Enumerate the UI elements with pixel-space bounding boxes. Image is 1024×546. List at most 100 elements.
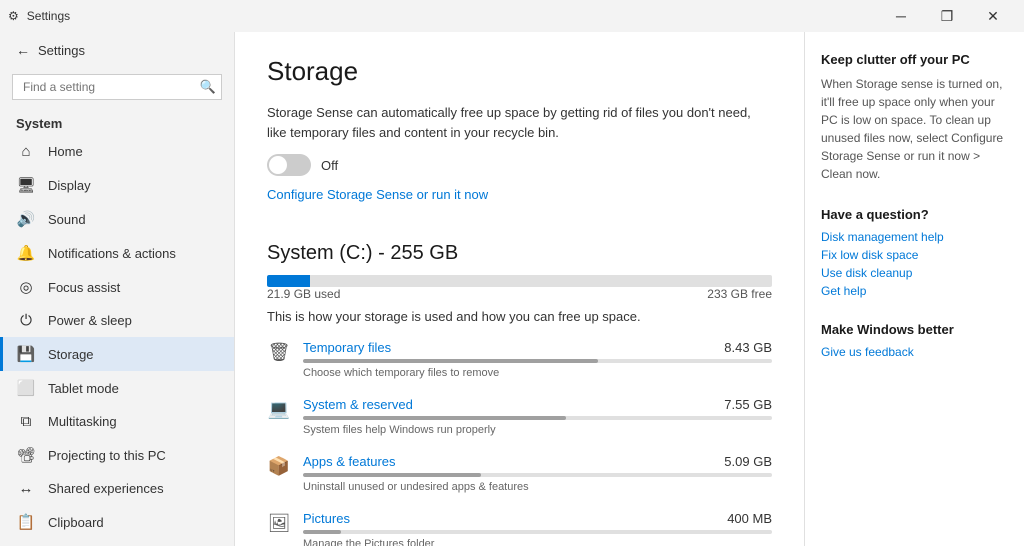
storage-item-bar-1 [303, 416, 566, 420]
sidebar-item-label-focus: Focus assist [48, 280, 120, 295]
sidebar-item-label-home: Home [48, 144, 83, 159]
storage-item-name-0[interactable]: Temporary files [303, 340, 391, 355]
storage-item-icon-0: 🗑 [267, 342, 291, 363]
storage-item-bar-3 [303, 530, 341, 534]
tip-section: Keep clutter off your PC When Storage se… [821, 52, 1008, 183]
storage-item-top-2: Apps & features 5.09 GB [303, 454, 772, 469]
sidebar-item-home[interactable]: ⌂ Home [0, 135, 234, 168]
storage-sense-toggle[interactable] [267, 154, 311, 176]
back-button[interactable]: ← Settings [0, 32, 234, 68]
sidebar-item-multitasking[interactable]: ⧉ Multitasking [0, 405, 234, 438]
close-button[interactable]: ✕ [970, 0, 1016, 32]
storage-sense-description: Storage Sense can automatically free up … [267, 103, 772, 142]
focus-icon: ◎ [16, 278, 36, 296]
sidebar-item-clipboard[interactable]: 📋 Clipboard [0, 505, 234, 539]
sidebar-item-label-multitasking: Multitasking [48, 414, 117, 429]
multitasking-icon: ⧉ [16, 413, 36, 430]
storage-item-bar-bg-1 [303, 416, 772, 420]
sidebar-item-storage[interactable]: 💾 Storage [0, 337, 234, 371]
storage-item-sub-0: Choose which temporary files to remove [303, 367, 772, 379]
toggle-label: Off [321, 158, 338, 173]
storage-item-sub-2: Uninstall unused or undesired apps & fea… [303, 481, 772, 493]
storage-item-top-3: Pictures 400 MB [303, 511, 772, 526]
used-label: 21.9 GB used [267, 287, 340, 301]
sidebar-item-label-projecting: Projecting to this PC [48, 448, 166, 463]
storage-item-size-0: 8.43 GB [724, 340, 772, 355]
storage-item-size-2: 5.09 GB [724, 454, 772, 469]
toggle-knob [269, 156, 287, 174]
storage-bar-container: 21.9 GB used 233 GB free [267, 275, 772, 301]
storage-item-sub-3: Manage the Pictures folder [303, 538, 772, 546]
storage-item-bar-2 [303, 473, 481, 477]
main-content: Storage Storage Sense can automatically … [235, 32, 804, 546]
title-bar: ⚙ Settings ─ ❐ ✕ [0, 0, 1024, 32]
panel-link-0[interactable]: Disk management help [821, 230, 1008, 244]
storage-item-details-0: Temporary files 8.43 GB Choose which tem… [303, 340, 772, 379]
sidebar-item-shared[interactable]: ↔ Shared experiences [0, 472, 234, 505]
notifications-icon: 🔔 [16, 244, 36, 262]
panel-link-2[interactable]: Use disk cleanup [821, 266, 1008, 280]
sidebar-item-tablet[interactable]: ⬜ Tablet mode [0, 371, 234, 405]
configure-link[interactable]: Configure Storage Sense or run it now [267, 187, 488, 202]
sidebar-item-label-power: Power & sleep [48, 313, 132, 328]
power-icon: ⏻ [16, 312, 36, 329]
tip-text: When Storage sense is turned on, it'll f… [821, 75, 1008, 183]
give-feedback-link[interactable]: Give us feedback [821, 345, 1008, 359]
sidebar-item-power[interactable]: ⏻ Power & sleep [0, 304, 234, 337]
storage-icon: 💾 [16, 345, 36, 363]
storage-item-details-1: System & reserved 7.55 GB System files h… [303, 397, 772, 436]
storage-item-name-2[interactable]: Apps & features [303, 454, 396, 469]
sound-icon: 🔊 [16, 210, 36, 228]
display-icon: 🖥 [16, 176, 36, 194]
sidebar: ← Settings 🔍 System ⌂ Home 🖥 Display 🔊 S… [0, 32, 235, 546]
projecting-icon: 📽 [16, 446, 36, 464]
storage-item-icon-1: 💻 [267, 399, 291, 420]
settings-icon: ⚙ [8, 9, 19, 23]
title-bar-controls: ─ ❐ ✕ [878, 0, 1016, 32]
sidebar-items: ⌂ Home 🖥 Display 🔊 Sound 🔔 Notifications… [0, 135, 234, 539]
storage-item-bar-bg-2 [303, 473, 772, 477]
search-icon-button[interactable]: 🔍 [200, 79, 216, 95]
title-bar-label: Settings [27, 9, 70, 23]
sidebar-item-notifications[interactable]: 🔔 Notifications & actions [0, 236, 234, 270]
maximize-button[interactable]: ❐ [924, 0, 970, 32]
panel-link-1[interactable]: Fix low disk space [821, 248, 1008, 262]
storage-items: 🗑 Temporary files 8.43 GB Choose which t… [267, 340, 772, 546]
storage-item-sub-1: System files help Windows run properly [303, 424, 772, 436]
minimize-button[interactable]: ─ [878, 0, 924, 32]
storage-bar-bg [267, 275, 772, 287]
tip-title: Keep clutter off your PC [821, 52, 1008, 67]
storage-item-2: 📦 Apps & features 5.09 GB Uninstall unus… [267, 454, 772, 493]
search-input[interactable] [12, 74, 222, 100]
free-label: 233 GB free [707, 287, 772, 301]
feedback-title: Make Windows better [821, 322, 1008, 337]
question-section: Have a question? Disk management help Fix… [821, 207, 1008, 298]
panel-link-3[interactable]: Get help [821, 284, 1008, 298]
storage-item-details-3: Pictures 400 MB Manage the Pictures fold… [303, 511, 772, 546]
question-title: Have a question? [821, 207, 1008, 222]
sidebar-item-label-notifications: Notifications & actions [48, 246, 176, 261]
sidebar-item-focus[interactable]: ◎ Focus assist [0, 270, 234, 304]
sidebar-item-sound[interactable]: 🔊 Sound [0, 202, 234, 236]
storage-item-0: 🗑 Temporary files 8.43 GB Choose which t… [267, 340, 772, 379]
back-icon: ← [16, 42, 30, 58]
home-icon: ⌂ [16, 143, 36, 160]
storage-item-name-3[interactable]: Pictures [303, 511, 350, 526]
clipboard-icon: 📋 [16, 513, 36, 531]
storage-item-1: 💻 System & reserved 7.55 GB System files… [267, 397, 772, 436]
storage-item-size-3: 400 MB [727, 511, 772, 526]
sidebar-item-display[interactable]: 🖥 Display [0, 168, 234, 202]
sidebar-item-label-tablet: Tablet mode [48, 381, 119, 396]
storage-item-name-1[interactable]: System & reserved [303, 397, 413, 412]
storage-item-top-0: Temporary files 8.43 GB [303, 340, 772, 355]
storage-header: System (C:) - 255 GB [267, 242, 772, 265]
sidebar-item-label-storage: Storage [48, 347, 94, 362]
storage-item-icon-3: 🖼 [267, 513, 291, 534]
search-box: 🔍 [12, 74, 222, 100]
sidebar-item-label-clipboard: Clipboard [48, 515, 104, 530]
storage-item-bar-0 [303, 359, 598, 363]
sidebar-item-projecting[interactable]: 📽 Projecting to this PC [0, 438, 234, 472]
storage-item-size-1: 7.55 GB [724, 397, 772, 412]
storage-item-bar-bg-0 [303, 359, 772, 363]
feedback-section: Make Windows better Give us feedback [821, 322, 1008, 359]
